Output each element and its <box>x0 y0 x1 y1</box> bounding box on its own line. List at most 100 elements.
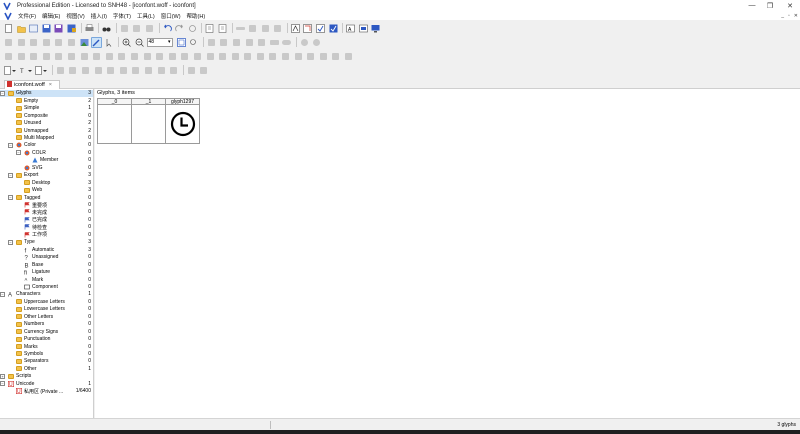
measure-icon[interactable] <box>311 37 322 48</box>
collapse-icon[interactable]: − <box>8 239 13 245</box>
rect-shape-icon[interactable] <box>269 37 280 48</box>
reverse-icon[interactable] <box>16 51 27 62</box>
tab-close-icon[interactable]: × <box>49 82 52 88</box>
expand-icon[interactable] <box>343 51 354 62</box>
tree-item-svg[interactable]: SVG 0 <box>0 164 93 172</box>
lock-icon[interactable] <box>318 51 329 62</box>
hint-icon[interactable] <box>330 51 341 62</box>
type-dropdown-icon[interactable]: T <box>19 65 33 76</box>
close-button[interactable]: ✕ <box>780 0 800 11</box>
tree-item-other[interactable]: Other 1 <box>0 365 93 373</box>
tree-item-color[interactable]: − Color 0 <box>0 142 93 150</box>
kerning-icon[interactable] <box>302 23 313 34</box>
tree-item-glyphs[interactable]: − Glyphs 3 <box>0 89 93 97</box>
collapse-icon[interactable]: − <box>0 381 5 387</box>
image-tool-icon[interactable] <box>79 37 90 48</box>
layer-icon[interactable] <box>186 65 197 76</box>
fit-icon[interactable] <box>176 37 187 48</box>
binoculars-icon[interactable] <box>101 23 112 34</box>
refresh-icon[interactable] <box>187 23 198 34</box>
subtract-icon[interactable] <box>205 51 216 62</box>
contour-icon[interactable] <box>3 51 14 62</box>
path-icon[interactable] <box>242 51 253 62</box>
tree-item-colr[interactable]: − COLR 0 <box>0 149 93 157</box>
copy-icon[interactable] <box>131 23 142 34</box>
menu-file[interactable]: 文件(F) <box>18 12 36 20</box>
tree-item-unicode[interactable]: − U Unicode 1 <box>0 380 93 388</box>
flip-h-icon[interactable] <box>79 51 90 62</box>
import-icon[interactable] <box>28 23 39 34</box>
intersect-icon[interactable] <box>217 51 228 62</box>
cut-icon[interactable] <box>119 23 130 34</box>
save-icon[interactable] <box>41 23 52 34</box>
collapse-icon[interactable]: − <box>8 194 13 200</box>
group-icon[interactable] <box>293 51 304 62</box>
exclude-icon[interactable] <box>230 51 241 62</box>
add-point-icon[interactable] <box>28 51 39 62</box>
new-icon[interactable] <box>3 23 14 34</box>
tree-item-[interactable]: 工作项 0 <box>0 231 93 239</box>
brush-tool-icon[interactable] <box>91 36 103 48</box>
tree-item-characters[interactable]: − A Characters 1 <box>0 291 93 299</box>
glyph-cell[interactable] <box>165 105 200 144</box>
tree-item-lowercase-letters[interactable]: Lowercase Letters 0 <box>0 306 93 314</box>
tree-item-unmapped[interactable]: Unmapped 2 <box>0 127 93 135</box>
tree-item-composite[interactable]: Composite 0 <box>0 112 93 120</box>
open-icon[interactable] <box>16 23 27 34</box>
link-anchor-icon[interactable] <box>267 51 278 62</box>
paste-icon[interactable] <box>144 23 155 34</box>
undo-icon[interactable] <box>162 23 173 34</box>
tree-item-mark[interactable]: ^ Mark 0 <box>0 276 93 285</box>
menu-edit[interactable]: 编辑(E) <box>42 12 60 20</box>
script-icon[interactable] <box>272 23 283 34</box>
formula-icon[interactable] <box>260 23 271 34</box>
shape-tool-icon[interactable] <box>41 37 52 48</box>
curve-icon[interactable] <box>244 37 255 48</box>
rectangle-tool-icon[interactable] <box>3 37 14 48</box>
link-icon[interactable] <box>235 23 246 34</box>
grid-2-icon[interactable] <box>67 65 78 76</box>
preview-icon[interactable]: A <box>345 23 356 34</box>
menu-view[interactable]: 视图(V) <box>66 12 84 20</box>
glyph-cell-header[interactable]: _0 <box>97 98 132 105</box>
knife-icon[interactable] <box>256 37 267 48</box>
menu-logo-icon[interactable] <box>3 11 12 20</box>
node-icon[interactable] <box>206 37 217 48</box>
unlink-icon[interactable] <box>280 51 291 62</box>
tree-item-separators[interactable]: Separators 0 <box>0 358 93 366</box>
collapse-icon[interactable]: − <box>16 150 21 156</box>
tangent-icon[interactable] <box>231 37 242 48</box>
menu-help[interactable]: 帮助(H) <box>187 12 206 20</box>
tree-item-numbers[interactable]: Numbers 0 <box>0 320 93 328</box>
screen-icon[interactable] <box>370 23 381 34</box>
corner-icon[interactable] <box>218 37 229 48</box>
tree-item-unused[interactable]: Unused 2 <box>0 119 93 127</box>
zoom-window-icon[interactable] <box>188 37 199 48</box>
collapse-icon[interactable]: − <box>8 172 13 178</box>
transform-icon[interactable] <box>154 51 165 62</box>
menu-font[interactable]: 字体(T) <box>113 12 131 20</box>
tree-item-base[interactable]: B Base 0 <box>0 261 93 270</box>
font-properties-icon[interactable] <box>217 23 228 34</box>
mdi-close-button[interactable]: ✕ <box>794 13 798 19</box>
ellipse-shape-icon[interactable] <box>281 37 292 48</box>
test-install-icon[interactable] <box>358 23 369 34</box>
flip-v-icon[interactable] <box>91 51 102 62</box>
document-tab[interactable]: iconfont.woff × <box>4 80 60 89</box>
select-tool-icon[interactable] <box>104 37 115 48</box>
skew-icon[interactable] <box>116 51 127 62</box>
zoom-in-icon[interactable] <box>121 37 132 48</box>
move-icon[interactable] <box>142 51 153 62</box>
check-icon[interactable] <box>328 23 339 34</box>
grid-1-icon[interactable] <box>55 65 66 76</box>
grid-7-icon[interactable] <box>130 65 141 76</box>
union-icon[interactable] <box>192 51 203 62</box>
mdi-restore-button[interactable]: ▫ <box>788 13 790 19</box>
tree-item-currency-signs[interactable]: Currency Signs 0 <box>0 328 93 336</box>
anchor-2-icon[interactable] <box>156 65 167 76</box>
tree-item-[interactable]: 未完成 0 <box>0 209 93 217</box>
export-dropdown-icon[interactable] <box>34 65 48 76</box>
tree-item-other-letters[interactable]: Other Letters 0 <box>0 313 93 321</box>
tree-item-export[interactable]: − Export 3 <box>0 171 93 179</box>
tree-item-[interactable]: 待检查 0 <box>0 224 93 232</box>
